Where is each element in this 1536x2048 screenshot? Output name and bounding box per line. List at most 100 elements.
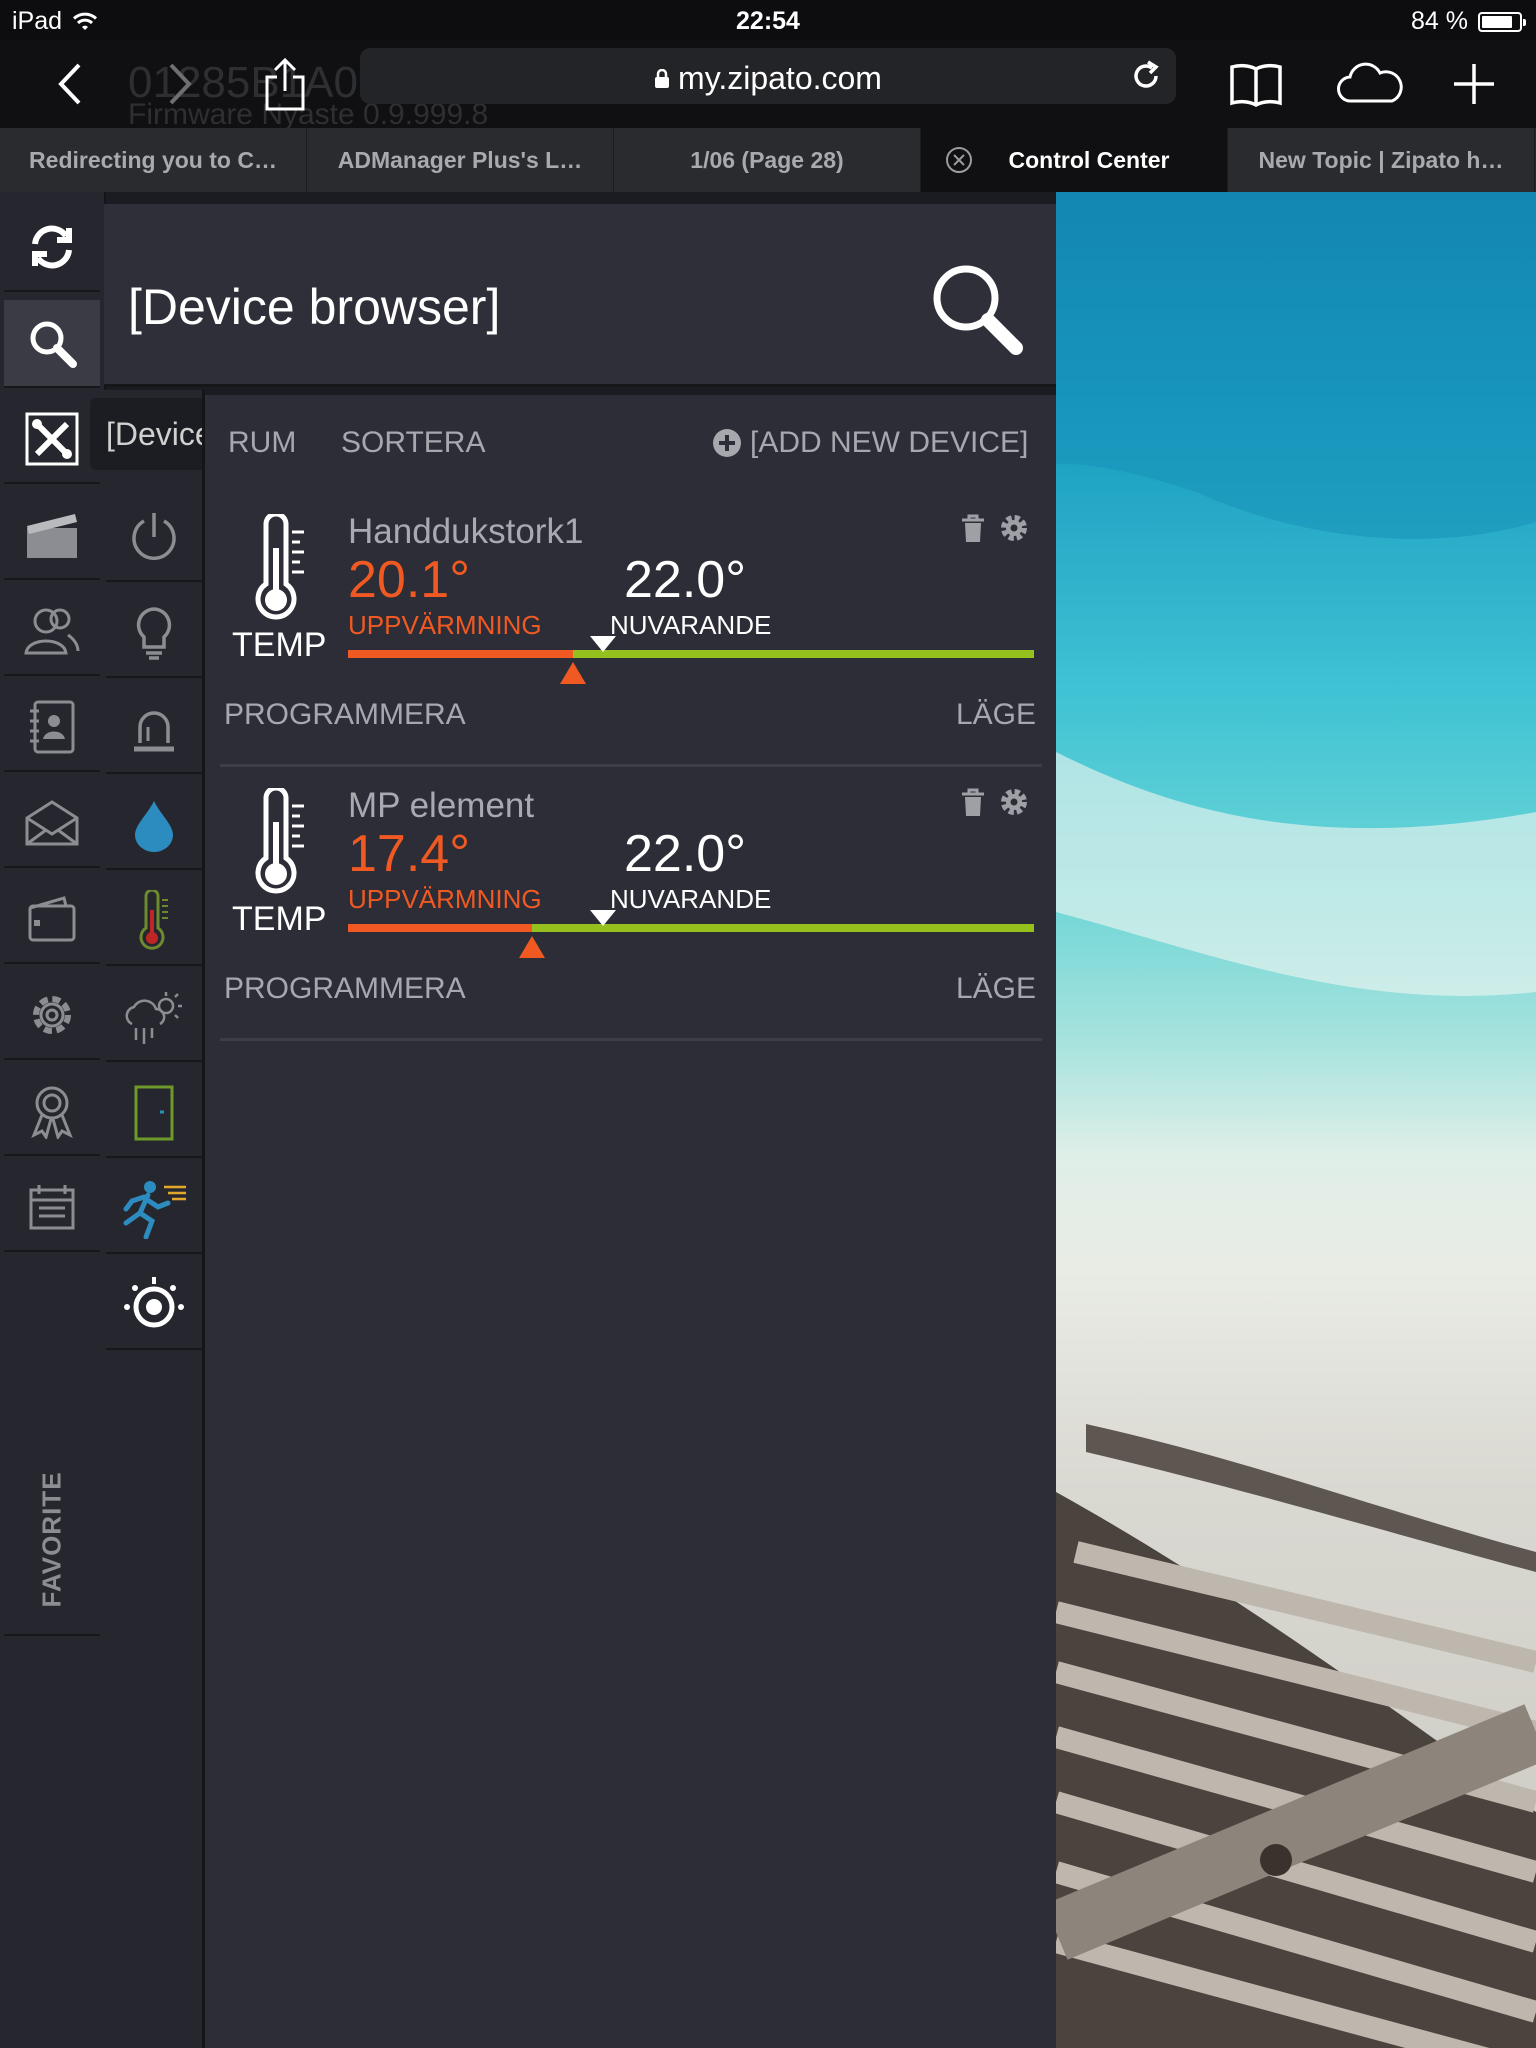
share-icon bbox=[265, 57, 305, 111]
users-icon bbox=[24, 608, 80, 655]
lock-icon bbox=[655, 68, 670, 88]
main-panel: [Device browser] bbox=[104, 192, 1056, 2048]
clapperboard-icon bbox=[27, 514, 77, 558]
bookmarks-button[interactable] bbox=[1226, 54, 1286, 114]
sidebar-contacts[interactable] bbox=[4, 684, 100, 772]
reload-icon[interactable] bbox=[1126, 56, 1166, 96]
background-image bbox=[1056, 192, 1536, 2048]
sidebar-wallet[interactable] bbox=[4, 876, 100, 964]
device-card-2: TEMP MP element 17.4° UPPVÄRMNING 22.0° … bbox=[220, 766, 1042, 1041]
sidebar-devices[interactable] bbox=[4, 396, 100, 484]
device-type: TEMP bbox=[232, 900, 327, 938]
sidebar-search[interactable] bbox=[4, 300, 100, 388]
favorite-section[interactable]: FAVORITE bbox=[4, 1444, 100, 1636]
device-name[interactable]: MP element bbox=[348, 786, 534, 826]
plus-icon bbox=[1454, 64, 1494, 104]
trash-icon[interactable] bbox=[960, 514, 986, 544]
temperature-slider-fill bbox=[348, 924, 532, 932]
url-value: my.zipato.com bbox=[678, 60, 882, 96]
mode-link[interactable]: LÄGE bbox=[956, 972, 1036, 1006]
tab-2[interactable]: ADManager Plus's L… bbox=[307, 128, 614, 192]
heating-status: UPPVÄRMNING bbox=[348, 884, 542, 914]
address-bar[interactable]: my.zipato.com bbox=[360, 48, 1176, 104]
room-filter[interactable]: RUM bbox=[228, 426, 296, 460]
forward-button[interactable] bbox=[150, 54, 210, 114]
sort-filter[interactable]: SORTERA bbox=[341, 426, 485, 460]
setpoint-temperature: 22.0° bbox=[624, 825, 747, 883]
gear-icon[interactable] bbox=[998, 512, 1030, 544]
browser-toolbar: 01285B1A0E019496 Firmware Nyaste 0.9.999… bbox=[0, 40, 1536, 131]
tab-4-active[interactable]: Control Center bbox=[921, 128, 1228, 192]
sidebar-scenes[interactable] bbox=[4, 492, 100, 580]
page-title: [Device browser] bbox=[128, 279, 501, 335]
sidebar-users[interactable] bbox=[4, 588, 100, 676]
tab-3[interactable]: 1/06 (Page 28) bbox=[614, 128, 921, 192]
address-book-icon bbox=[30, 700, 75, 754]
setpoint-temperature: 22.0° bbox=[624, 551, 747, 609]
thermometer-icon bbox=[255, 514, 304, 620]
current-marker[interactable] bbox=[560, 662, 586, 684]
url-text: my.zipato.com bbox=[360, 60, 1176, 97]
tools-icon bbox=[25, 412, 79, 466]
setpoint-marker bbox=[590, 636, 617, 652]
search-icon[interactable] bbox=[926, 258, 1026, 358]
plus-circle-icon bbox=[713, 429, 741, 457]
program-link[interactable]: PROGRAMMERA bbox=[224, 698, 466, 732]
panel-header: [Device browser] bbox=[104, 204, 1056, 387]
add-device-label: [ADD NEW DEVICE] bbox=[750, 426, 1029, 459]
new-tab-button[interactable] bbox=[1444, 54, 1504, 114]
thermometer-icon bbox=[255, 788, 304, 894]
gear-icon bbox=[33, 996, 71, 1034]
setpoint-marker bbox=[590, 910, 617, 926]
setpoint-label: NUVARANDE bbox=[610, 884, 772, 914]
chevron-left-icon bbox=[58, 63, 81, 105]
tab-5[interactable]: New Topic | Zipato h… bbox=[1228, 128, 1535, 192]
wallet-icon bbox=[28, 896, 76, 942]
tab-label: Control Center bbox=[1008, 146, 1170, 173]
setpoint-label: NUVARANDE bbox=[610, 610, 772, 640]
chevron-right-icon bbox=[169, 63, 192, 105]
favorite-label: FAVORITE bbox=[36, 1470, 67, 1608]
current-marker[interactable] bbox=[518, 936, 545, 958]
clock: 22:54 bbox=[736, 7, 800, 35]
rosette-icon bbox=[31, 1086, 73, 1139]
sidebar-refresh[interactable] bbox=[4, 204, 100, 292]
program-link[interactable]: PROGRAMMERA bbox=[224, 972, 466, 1006]
refresh-icon bbox=[32, 225, 72, 269]
gear-icon[interactable] bbox=[998, 786, 1030, 818]
share-button[interactable] bbox=[255, 54, 315, 114]
sidebar-messages[interactable] bbox=[4, 780, 100, 868]
sidebar-settings[interactable] bbox=[4, 972, 100, 1060]
device-type: TEMP bbox=[232, 626, 327, 664]
device-card-1: TEMP Handdukstork1 20.1° UPPVÄRMNING 22.… bbox=[220, 492, 1042, 767]
mode-link[interactable]: LÄGE bbox=[956, 698, 1036, 732]
cloud-icon bbox=[1337, 62, 1403, 103]
back-button[interactable] bbox=[40, 54, 100, 114]
temperature-slider[interactable] bbox=[348, 650, 1034, 658]
temperature-slider[interactable] bbox=[348, 924, 1034, 932]
envelope-icon bbox=[25, 800, 79, 846]
sidebar-calendar[interactable] bbox=[4, 1164, 100, 1252]
book-icon bbox=[1230, 63, 1282, 107]
heating-status: UPPVÄRMNING bbox=[348, 610, 542, 640]
battery-percent: 84 % bbox=[1411, 7, 1468, 35]
tab-label: New Topic | Zipato h… bbox=[1258, 146, 1504, 173]
tab-label: ADManager Plus's L… bbox=[337, 146, 583, 173]
current-temperature: 17.4° bbox=[348, 825, 471, 883]
trash-icon[interactable] bbox=[960, 788, 986, 818]
icloud-tabs-button[interactable] bbox=[1332, 54, 1408, 114]
search-icon bbox=[30, 321, 77, 368]
add-device-button[interactable]: [ADD NEW DEVICE] bbox=[712, 426, 1028, 460]
tab-bar: Redirecting you to C… ADManager Plus's L… bbox=[0, 128, 1536, 192]
status-bar: iPad 22:54 84 % bbox=[0, 0, 1536, 40]
current-temperature: 20.1° bbox=[348, 551, 471, 609]
sidebar-primary: FAVORITE bbox=[0, 192, 106, 2048]
beach-chair-picture bbox=[1056, 192, 1536, 2048]
temperature-slider-fill bbox=[348, 650, 573, 658]
tab-1[interactable]: Redirecting you to C… bbox=[0, 128, 307, 192]
battery-icon bbox=[1478, 11, 1526, 32]
device-name[interactable]: Handdukstork1 bbox=[348, 512, 583, 552]
sidebar-awards[interactable] bbox=[4, 1068, 100, 1156]
close-tab-icon[interactable] bbox=[945, 146, 973, 174]
calendar-icon bbox=[29, 1185, 75, 1230]
